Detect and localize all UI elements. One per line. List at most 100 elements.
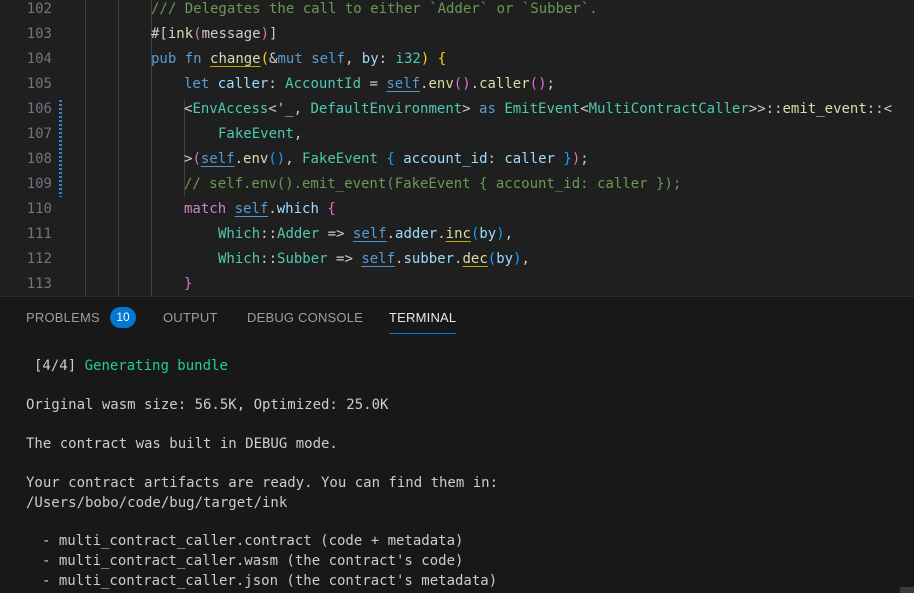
code-text: Which::Subber => self.subber.dec(by),	[218, 247, 530, 272]
code-token: AccountId	[285, 76, 362, 92]
line-number: 109	[26, 176, 52, 192]
code-token: account_id	[403, 151, 488, 167]
code-token: (	[192, 151, 201, 167]
code-text: >(self.env(), FakeEvent { account_id: ca…	[184, 147, 589, 172]
code-token: ()	[529, 76, 547, 92]
code-token: .	[470, 76, 480, 92]
code-token: }	[184, 276, 193, 292]
step-prefix: [4/4]	[34, 358, 77, 374]
code-token: /// Delegates the call to either `Adder`…	[151, 1, 598, 17]
code-token: <	[580, 101, 589, 117]
code-line[interactable]: 108 >(self.env(), FakeEvent { account_id:…	[0, 147, 914, 172]
code-token: )	[260, 26, 270, 42]
code-token: ,	[344, 51, 362, 67]
code-token: inc	[445, 226, 471, 242]
code-token: #[	[151, 26, 168, 42]
tab-problems[interactable]: PROBLEMS	[26, 310, 100, 325]
step-text: Generating bundle	[84, 358, 228, 374]
problems-count-badge: 10	[110, 307, 136, 328]
code-token: :	[487, 151, 505, 167]
terminal-line: The contract was built in DEBUG mode.	[26, 436, 338, 452]
code-token: emit_event	[782, 101, 867, 117]
code-token: self	[352, 226, 387, 242]
code-token: self	[361, 251, 396, 267]
code-editor[interactable]: 102 /// Delegates the call to either `Add…	[0, 0, 914, 296]
code-token: mut	[277, 51, 303, 67]
code-token: by	[496, 251, 514, 267]
code-line[interactable]: 103 #[ink(message)]	[0, 22, 914, 47]
code-token: ;	[580, 151, 589, 167]
code-token: self	[234, 201, 269, 217]
code-token: match	[184, 201, 227, 217]
code-line[interactable]: 104 pub fn change(&mut self, by: i32) {	[0, 47, 914, 72]
code-token: EmitEvent	[504, 101, 581, 117]
code-text: Which::Adder => self.adder.inc(by),	[218, 222, 513, 247]
code-token: adder	[395, 226, 438, 242]
code-line[interactable]: 102 /// Delegates the call to either `Add…	[0, 0, 914, 22]
code-token: i32	[395, 51, 421, 67]
line-number: 113	[26, 276, 52, 292]
code-text: pub fn change(&mut self, by: i32) {	[151, 47, 446, 72]
terminal-scrollbar[interactable]	[900, 587, 914, 593]
code-line[interactable]: 112 Which::Subber => self.subber.dec(by),	[0, 247, 914, 272]
code-token: :	[378, 51, 396, 67]
code-line[interactable]: 111 Which::Adder => self.adder.inc(by),	[0, 222, 914, 247]
code-token: which	[276, 201, 319, 217]
code-line[interactable]: 109 // self.env().emit_event(FakeEvent { …	[0, 172, 914, 197]
code-token: DefaultEnvironment	[310, 101, 463, 117]
terminal-line: Your contract artifacts are ready. You c…	[26, 475, 499, 491]
code-token: EnvAccess	[192, 101, 269, 117]
code-token: ::	[260, 226, 278, 242]
code-token: ;	[546, 76, 555, 92]
terminal-line: - multi_contract_caller.wasm (the contra…	[42, 553, 464, 569]
line-number: 108	[26, 151, 52, 167]
code-line[interactable]: 105 let caller: AccountId = self.env().ca…	[0, 72, 914, 97]
code-text: < EnvAccess<'_, DefaultEnvironment> as Em…	[184, 97, 892, 122]
code-token: }	[563, 151, 572, 167]
code-text: /// Delegates the call to either `Adder`…	[151, 0, 598, 22]
code-token: (	[487, 251, 497, 267]
code-token: as	[479, 101, 496, 117]
line-number: 103	[26, 26, 52, 42]
code-token: dec	[462, 251, 488, 267]
code-token: )	[496, 226, 505, 242]
code-token: caller	[504, 151, 555, 167]
code-token: Which	[218, 251, 261, 267]
code-token: ::<	[866, 101, 893, 117]
tab-debug-console[interactable]: DEBUG CONSOLE	[247, 310, 363, 325]
code-token: {	[327, 201, 336, 217]
code-token: ()	[268, 151, 286, 167]
code-token: .	[268, 201, 277, 217]
code-text: match self.which {	[184, 197, 336, 222]
code-token: )	[571, 151, 581, 167]
code-token: subber	[403, 251, 455, 267]
code-line[interactable]: 107 FakeEvent,	[0, 122, 914, 147]
tab-terminal[interactable]: TERMINAL	[389, 310, 457, 334]
code-token: =>	[319, 226, 353, 242]
code-token: <'_,	[268, 101, 311, 117]
code-token: caller	[217, 76, 269, 92]
code-token: env	[243, 151, 269, 167]
tab-output[interactable]: OUTPUT	[163, 310, 218, 325]
code-token: ,	[293, 126, 303, 142]
code-token: )	[420, 51, 430, 67]
code-text: FakeEvent,	[218, 122, 302, 147]
code-text: #[ink(message)]	[151, 22, 277, 47]
code-token: .	[234, 151, 244, 167]
terminal-line: - multi_contract_caller.json (the contra…	[42, 573, 498, 589]
code-token: FakeEvent	[302, 151, 378, 167]
code-token: caller	[479, 76, 530, 92]
code-token: (	[193, 26, 202, 42]
code-line[interactable]: 110 match self.which {	[0, 197, 914, 222]
code-line[interactable]: 106 < EnvAccess<'_, DefaultEnvironment> as…	[0, 97, 914, 122]
panel-tabs: PROBLEMS 10 OUTPUT DEBUG CONSOLE TERMINA…	[0, 297, 914, 339]
code-line[interactable]: 113}	[0, 272, 914, 296]
code-token: FakeEvent	[218, 126, 294, 142]
line-number: 102	[26, 1, 52, 17]
code-token: // self.env().emit_event(FakeEvent { acc…	[184, 176, 682, 192]
code-token: ::	[260, 251, 278, 267]
